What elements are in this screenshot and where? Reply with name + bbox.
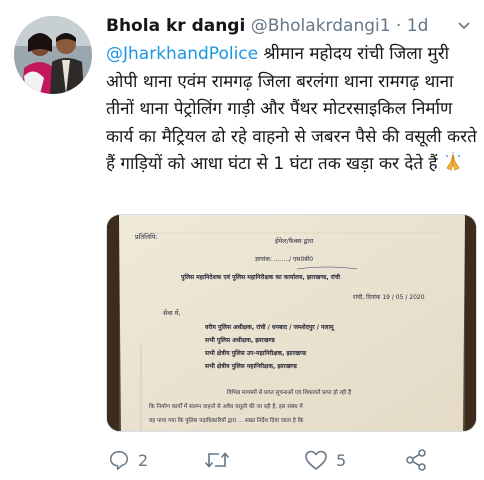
heart-icon — [305, 450, 327, 470]
doc-line: सेवा में, — [163, 309, 181, 317]
doc-line: पुलिस महानिदेशक एवं पुलिस महानिरीक्षक का… — [180, 273, 341, 281]
doc-line: कि निर्माण कार्यों में संलग्न वाहनों से … — [149, 402, 303, 410]
doc-line: यह पाया गया कि पुलिस पदाधिकारियों द्वारा… — [149, 416, 304, 424]
mention-link[interactable]: @JharkhandPolice — [106, 44, 258, 64]
tweet-text: @JharkhandPolice श्रीमान महोदय रांची जिल… — [106, 41, 478, 179]
chevron-down-icon[interactable] — [456, 18, 472, 34]
tweet-action-bar: 2 5 — [106, 444, 446, 476]
doc-line: सभी क्षेत्रीय पुलिस महानिरीक्षक, झारखण्ड — [204, 362, 298, 370]
doc-line: वरीय पुलिस अधीक्षक, रांची / धनबाद / जमशे… — [204, 323, 335, 331]
share-button[interactable] — [404, 444, 428, 476]
timestamp[interactable]: 1d — [407, 16, 429, 36]
avatar[interactable] — [14, 16, 92, 94]
doc-line: ईमेल/फैक्स द्वारा — [275, 237, 314, 245]
doc-line: प्रतिलिपि: — [135, 233, 158, 241]
retweet-button[interactable] — [204, 444, 238, 476]
doc-line: सभी क्षेत्रीय पुलिस उप-महानिरीक्षक, झारख… — [204, 349, 307, 357]
tweet-header: Bhola kr dangi @Bholakrdangi1 · 1d — [106, 12, 476, 40]
doc-line: रांची, दिनांक 19 / 05 / 2020 — [353, 293, 425, 301]
folded-hands-icon — [445, 152, 460, 171]
display-name[interactable]: Bhola kr dangi — [106, 16, 245, 36]
tweet[interactable]: Bhola kr dangi @Bholakrdangi1 · 1d @Jhar… — [0, 0, 484, 480]
doc-line: विभिन्न माध्यमों से प्राप्त सूचनाओं एवं … — [227, 388, 352, 396]
like-count: 5 — [336, 450, 347, 470]
reply-count: 2 — [138, 450, 149, 470]
tweet-media-image[interactable]: प्रतिलिपि: ईमेल/फैक्स द्वारा ज्ञापांक: .… — [106, 214, 477, 432]
retweet-icon — [204, 452, 230, 468]
document-photo: प्रतिलिपि: ईमेल/फैक्स द्वारा ज्ञापांक: .… — [107, 215, 476, 431]
reply-button[interactable]: 2 — [108, 444, 148, 476]
separator: · — [395, 16, 402, 36]
share-icon — [406, 449, 426, 471]
reply-icon — [110, 451, 128, 470]
doc-line: ज्ञापांक: ......../ एस0बी0 — [255, 255, 313, 263]
doc-line: सभी पुलिस अधीक्षक, झारखण्ड — [204, 336, 276, 344]
user-handle[interactable]: @Bholakrdangi1 — [251, 16, 391, 36]
avatar-photo — [14, 16, 92, 94]
like-button[interactable]: 5 — [304, 444, 346, 476]
